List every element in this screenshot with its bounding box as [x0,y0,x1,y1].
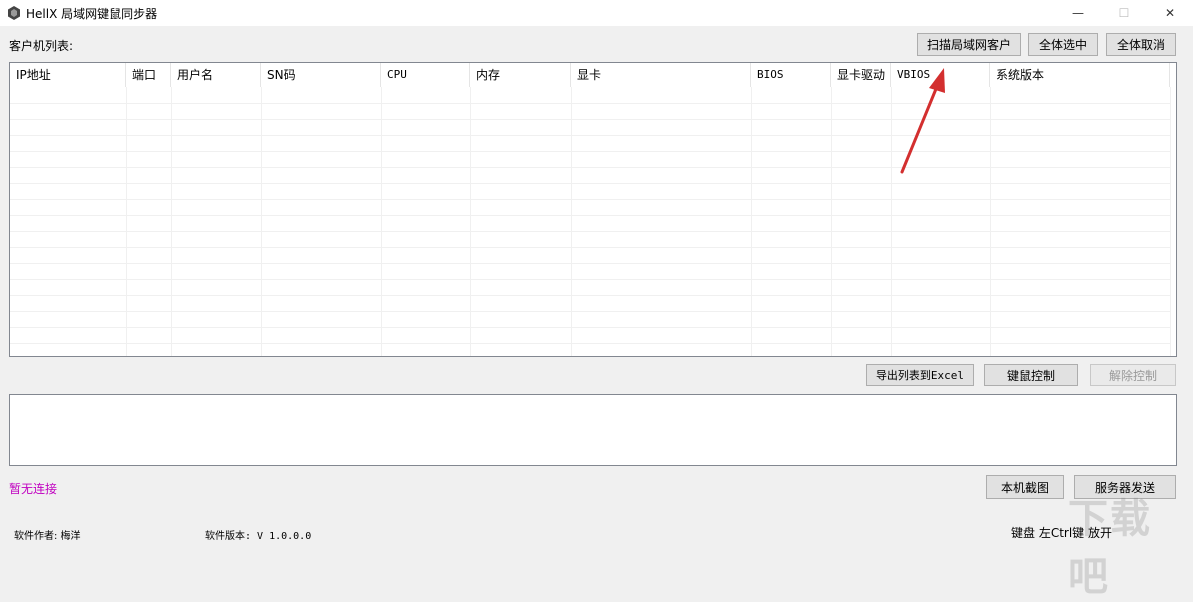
minimize-button[interactable]: — [1055,0,1101,26]
col-sn[interactable]: SN码 [261,63,381,87]
log-textbox[interactable] [9,394,1177,466]
grid-col-line [751,87,752,356]
software-author: 软件作者: 梅洋 [14,531,81,542]
grid-row-line [10,343,1170,344]
grid-row-line [10,311,1170,312]
select-all-button[interactable]: 全体选中 [1028,33,1098,56]
grid-col-line [990,87,991,356]
col-username[interactable]: 用户名 [171,63,261,87]
grid-col-line [891,87,892,356]
grid-row-line [10,279,1170,280]
title-bar [0,0,1193,26]
grid-col-line [470,87,471,356]
client-list-label: 客户机列表: [9,39,74,53]
local-screenshot-button[interactable]: 本机截图 [986,475,1064,499]
grid-row-line [10,215,1170,216]
col-port[interactable]: 端口 [126,63,171,87]
col-memory[interactable]: 内存 [470,63,571,87]
col-bios[interactable]: BIOS [751,63,831,87]
grid-col-line [261,87,262,356]
grid-col-line [571,87,572,356]
grid-row-line [10,231,1170,232]
window-title: HellX 局域网键鼠同步器 [26,7,158,21]
grid-row-line [10,167,1170,168]
grid-row-line [10,327,1170,328]
grid-row-line [10,135,1170,136]
table-header: IP地址 端口 用户名 SN码 CPU 内存 显卡 BIOS 显卡驱动 VBIO… [10,63,1176,87]
watermark-logo: 下载吧 [1068,496,1152,600]
connection-status: 暂无连接 [9,482,58,496]
grid-col-line [831,87,832,356]
grid-row-line [10,119,1170,120]
grid-col-line [126,87,127,356]
km-control-button[interactable]: 键鼠控制 [984,364,1078,386]
grid-row-line [10,183,1170,184]
client-table[interactable]: IP地址 端口 用户名 SN码 CPU 内存 显卡 BIOS 显卡驱动 VBIO… [9,62,1177,357]
release-control-button: 解除控制 [1090,364,1176,386]
cancel-all-button[interactable]: 全体取消 [1106,33,1176,56]
col-ip[interactable]: IP地址 [10,63,126,87]
export-excel-button[interactable]: 导出列表到Excel [866,364,974,386]
grid-row-line [10,295,1170,296]
col-gpu[interactable]: 显卡 [571,63,751,87]
close-button[interactable]: ✕ [1147,0,1193,26]
grid-row-line [10,151,1170,152]
grid-col-line [381,87,382,356]
grid-row-line [10,199,1170,200]
col-os-version[interactable]: 系统版本 [990,63,1170,87]
maximize-button[interactable]: ☐ [1101,0,1147,26]
col-cpu[interactable]: CPU [381,63,470,87]
col-gpu-driver[interactable]: 显卡驱动 [831,63,891,87]
software-version: 软件版本: V 1.0.0.0 [205,531,312,542]
grid-row-line [10,263,1170,264]
app-icon [6,5,22,21]
grid-col-line [171,87,172,356]
grid-col-line [1170,87,1171,356]
col-vbios[interactable]: VBIOS [891,63,990,87]
scan-lan-clients-button[interactable]: 扫描局域网客户 [917,33,1021,56]
grid-row-line [10,247,1170,248]
grid-row-line [10,103,1170,104]
